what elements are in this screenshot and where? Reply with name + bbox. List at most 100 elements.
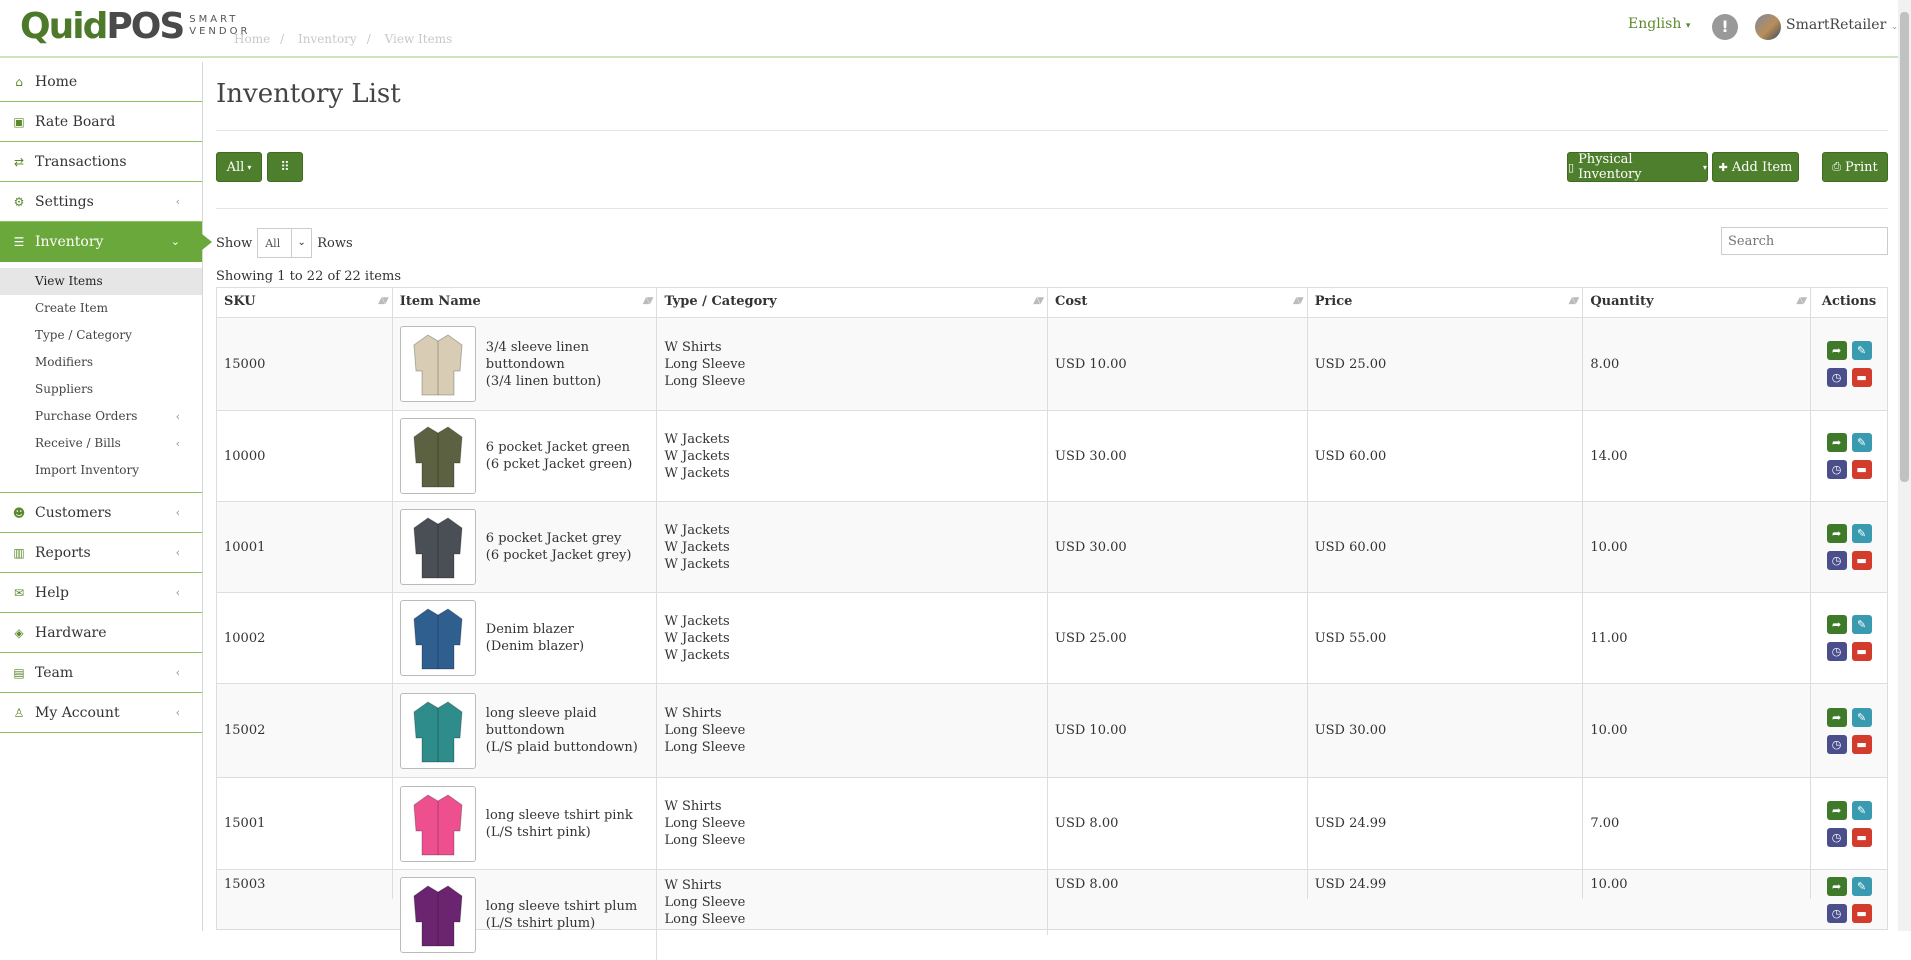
item-name[interactable]: 6 pocket Jacket grey (6 pocket Jacket gre…: [486, 530, 632, 564]
cell-quantity: 10.00: [1583, 684, 1812, 777]
edit-icon[interactable]: ✎: [1851, 341, 1872, 360]
history-icon[interactable]: ◷: [1826, 368, 1847, 387]
sidebar-item-customers[interactable]: ☻ Customers ‹: [0, 493, 202, 533]
trash-icon[interactable]: ▬: [1851, 368, 1872, 387]
sidebar-item-team[interactable]: ▤ Team ‹: [0, 653, 202, 693]
column-header-sku[interactable]: SKU ▲▼: [217, 288, 393, 317]
column-header-item-name[interactable]: Item Name ▲▼: [393, 288, 658, 317]
sidebar-item-help[interactable]: ✉ Help ‹: [0, 573, 202, 613]
item-name[interactable]: long sleeve tshirt plum (L/S tshirt plum): [486, 898, 637, 932]
table-row: 15002 long sleeve plaid buttondown (L/S pla…: [217, 684, 1887, 778]
item-name[interactable]: 6 pocket Jacket green (6 pcket Jacket gre…: [486, 439, 633, 473]
trash-icon[interactable]: ▬: [1851, 734, 1872, 754]
edit-icon[interactable]: ✎: [1851, 707, 1872, 727]
notification-alert-icon[interactable]: !: [1712, 14, 1738, 40]
share-icon[interactable]: ➦: [1826, 707, 1847, 727]
grid-view-button[interactable]: ⠿: [267, 152, 303, 182]
item-name-line: (6 pcket Jacket green): [485, 457, 633, 472]
add-item-button[interactable]: ✚ Add Item: [1712, 152, 1799, 182]
trash-icon[interactable]: ▬: [1851, 642, 1872, 661]
history-icon[interactable]: ◷: [1826, 734, 1847, 754]
cell-item-name: long sleeve plaid buttondown (L/S plaid bu…: [393, 684, 658, 777]
rows-per-page-select[interactable]: All ⌄: [257, 228, 313, 258]
subnav-purchase-orders[interactable]: Purchase Orders ‹: [0, 403, 202, 430]
language-dropdown[interactable]: English ▾: [1628, 16, 1690, 32]
history-icon[interactable]: ◷: [1826, 642, 1847, 661]
share-icon[interactable]: ➦: [1826, 800, 1847, 820]
share-icon[interactable]: ➦: [1826, 433, 1847, 452]
trash-icon[interactable]: ▬: [1851, 827, 1872, 847]
quidpos-logo[interactable]: QuidPOS SMART VENDOR: [20, 6, 250, 47]
history-icon[interactable]: ◷: [1826, 460, 1847, 479]
sidebar-item-hardware[interactable]: ◈ Hardware: [0, 613, 202, 653]
scrollbar-thumb[interactable]: [1900, 12, 1909, 482]
product-thumbnail[interactable]: [399, 326, 476, 402]
item-name[interactable]: 3/4 sleeve linen buttondown (3/4 linen but…: [486, 339, 601, 390]
trash-icon[interactable]: ▬: [1851, 460, 1872, 479]
subnav-view-items[interactable]: View Items: [0, 268, 202, 295]
trash-icon[interactable]: ▬: [1851, 551, 1872, 570]
edit-icon[interactable]: ✎: [1851, 877, 1872, 896]
product-thumbnail[interactable]: [399, 692, 476, 769]
column-header-quantity[interactable]: Quantity ▲▼: [1583, 288, 1812, 317]
history-icon[interactable]: ◷: [1826, 904, 1847, 923]
search-input[interactable]: [1721, 227, 1888, 255]
rows-per-page-control: Show All ⌄ Rows: [216, 228, 353, 258]
divider: [216, 130, 1888, 131]
sidebar-item-inventory[interactable]: ☰ Inventory ⌄: [0, 222, 212, 262]
garment-image-icon: [413, 426, 463, 488]
breadcrumb-home[interactable]: Home: [234, 32, 270, 46]
sidebar-item-rate-board[interactable]: ▣ Rate Board: [0, 102, 202, 142]
item-name[interactable]: long sleeve plaid buttondown (L/S plaid bu…: [486, 705, 638, 756]
subnav-import-inventory[interactable]: Import Inventory: [0, 457, 202, 484]
history-icon[interactable]: ◷: [1826, 551, 1847, 570]
envelope-icon: ✉: [13, 585, 25, 600]
item-name[interactable]: long sleeve tshirt pink (L/S tshirt pink): [486, 807, 633, 841]
subnav-suppliers[interactable]: Suppliers: [0, 376, 202, 403]
physical-inventory-dropdown[interactable]: ▯ Physical Inventory ▾: [1567, 152, 1708, 182]
sidebar-item-reports[interactable]: ▥ Reports ‹: [0, 533, 202, 573]
subnav-create-item[interactable]: Create Item: [0, 295, 202, 322]
list-icon: ☰: [13, 234, 25, 249]
column-header-cost[interactable]: Cost ▲▼: [1048, 288, 1308, 317]
product-thumbnail[interactable]: [399, 877, 476, 953]
table-row: 15000 3/4 sleeve linen buttondown (3/4 line…: [217, 318, 1887, 411]
column-header-type-category[interactable]: Type / Category ▲▼: [657, 288, 1048, 317]
share-icon[interactable]: ➦: [1826, 524, 1847, 543]
cell-type-category: W Shirts Long Sleeve Long Sleeve: [657, 684, 1048, 777]
subnav-receive-bills[interactable]: Receive / Bills ‹: [0, 430, 202, 457]
edit-icon[interactable]: ✎: [1851, 524, 1872, 543]
share-icon[interactable]: ➦: [1826, 615, 1847, 634]
share-icon[interactable]: ➦: [1826, 877, 1847, 896]
type-category-line: W Shirts: [664, 799, 722, 814]
avatar[interactable]: [1755, 14, 1781, 40]
edit-icon[interactable]: ✎: [1851, 615, 1872, 634]
type-category-line: Long Sleeve: [664, 723, 746, 738]
breadcrumb-inventory[interactable]: Inventory: [298, 32, 357, 46]
users-icon: ☻: [12, 505, 26, 520]
edit-icon[interactable]: ✎: [1851, 800, 1872, 820]
subnav-type-category[interactable]: Type / Category: [0, 322, 202, 349]
sidebar-item-my-account[interactable]: ♙ My Account ‹: [0, 693, 202, 733]
trash-icon[interactable]: ▬: [1851, 904, 1872, 923]
history-icon[interactable]: ◷: [1826, 827, 1847, 847]
filter-all-dropdown[interactable]: All ▾: [216, 152, 262, 182]
sidebar-item-settings[interactable]: ⚙ Settings ‹: [0, 182, 202, 222]
column-header-price[interactable]: Price ▲▼: [1308, 288, 1584, 317]
sidebar-item-transactions[interactable]: ⇄ Transactions: [0, 142, 202, 182]
product-thumbnail[interactable]: [399, 509, 476, 585]
divider: [216, 208, 1888, 209]
item-name[interactable]: Denim blazer (Denim blazer): [486, 621, 584, 655]
sidebar-item-home[interactable]: ⌂ Home: [0, 62, 202, 102]
user-menu[interactable]: SmartRetailer ⌄: [1786, 17, 1898, 33]
product-thumbnail[interactable]: [399, 600, 476, 676]
type-category-line: W Jackets: [664, 539, 730, 555]
print-button[interactable]: ⎙ Print: [1822, 152, 1888, 182]
product-thumbnail[interactable]: [399, 785, 476, 862]
sort-icon: ▲▼: [1796, 296, 1807, 306]
product-thumbnail[interactable]: [399, 418, 476, 494]
share-icon[interactable]: ➦: [1826, 341, 1847, 360]
edit-icon[interactable]: ✎: [1851, 433, 1872, 452]
subnav-modifiers[interactable]: Modifiers: [0, 349, 202, 376]
item-name-line: (3/4 linen button): [485, 373, 602, 389]
